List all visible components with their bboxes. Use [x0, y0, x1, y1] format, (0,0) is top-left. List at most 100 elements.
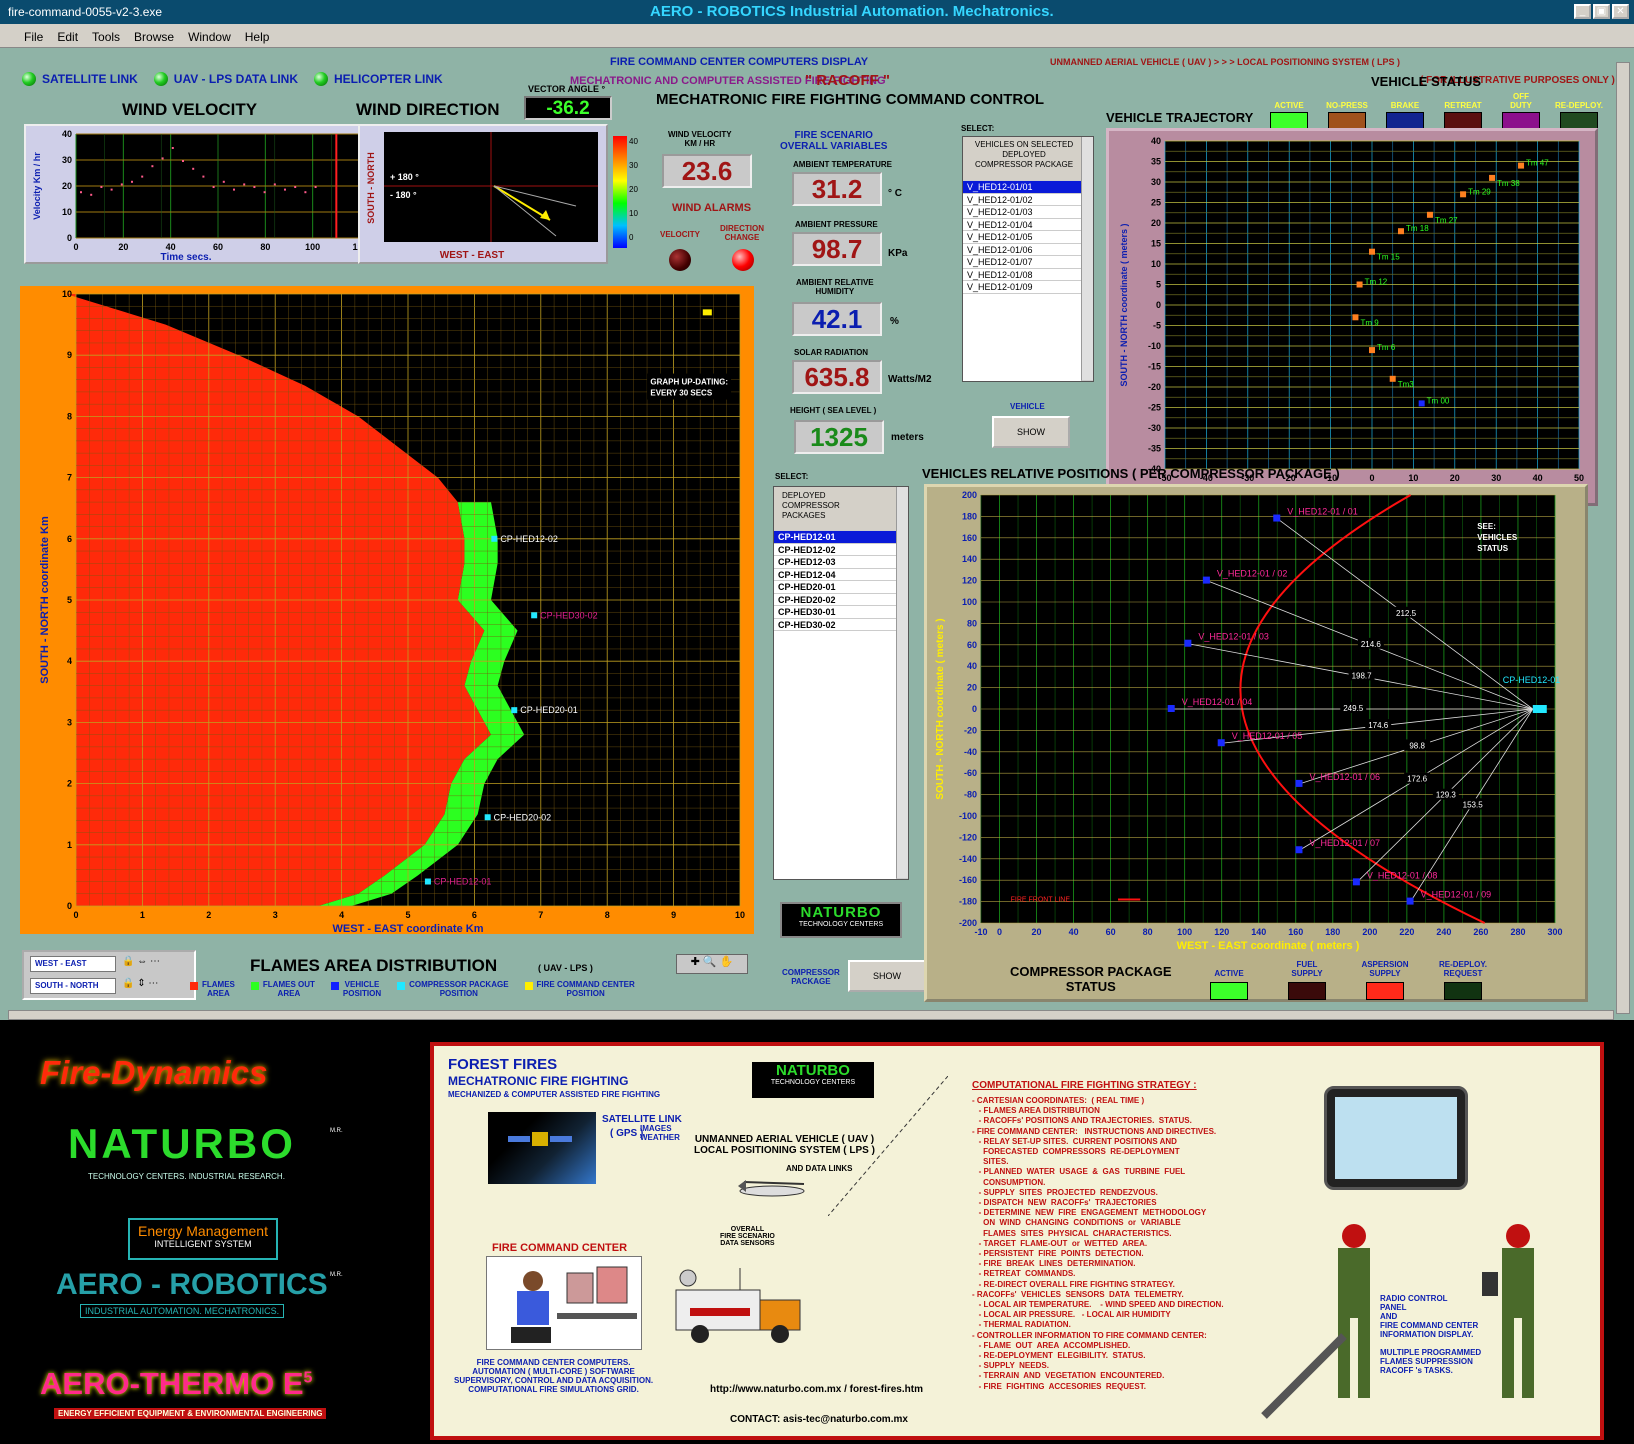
cp-list-item[interactable]: CP-HED30-02 — [774, 619, 896, 631]
cp-listbox[interactable]: DEPLOYED COMPRESSOR PACKAGES CP-HED12-01… — [773, 486, 909, 880]
energy-text: Energy Management — [138, 1223, 268, 1239]
y-tick: -180 — [959, 897, 977, 907]
link-lines — [827, 1075, 949, 1217]
y-tick: -120 — [959, 832, 977, 842]
vehicle-list-item[interactable]: V_HED12-01/08 — [963, 269, 1081, 281]
legend-swatch — [397, 982, 406, 990]
vehicles-list-scrollbar[interactable] — [1081, 137, 1093, 381]
trajectory-point — [1356, 281, 1363, 288]
temp-unit: ° C — [888, 188, 902, 199]
y-tick: 2 — [67, 779, 72, 789]
wind-readout: 23.6 — [662, 154, 752, 188]
vehicle-list-item[interactable]: V_HED12-01/05 — [963, 231, 1081, 244]
cp-list-item[interactable]: CP-HED20-02 — [774, 594, 896, 606]
velocity-point — [120, 183, 123, 186]
vehicle-list-item[interactable]: V_HED12-01/01 — [963, 181, 1081, 194]
cp-list-item[interactable]: CP-HED12-03 — [774, 556, 896, 569]
vehicle-status-indicator: RE-DEPLOY. — [1550, 88, 1608, 132]
y-tick: 5 — [67, 595, 72, 605]
strategy-line: - RACOFFs' POSITIONS AND TRAJECTORIES. S… — [972, 1116, 1192, 1126]
cp-list-scrollbar[interactable] — [896, 487, 908, 879]
vehicle-list-item[interactable]: V_HED12-01/04 — [963, 219, 1081, 231]
y-tick: 100 — [962, 597, 977, 607]
x-tick: 60 — [1106, 927, 1116, 937]
menu-file[interactable]: File — [24, 30, 43, 44]
link-label: SATELLITE LINK — [42, 72, 138, 86]
menu-window[interactable]: Window — [188, 30, 231, 44]
poster-subtitle: MECHATRONIC FIRE FIGHTING — [448, 1074, 629, 1088]
y-tick: 20 — [967, 683, 977, 693]
y-axis-title: SOUTH - NORTH coordinate ( meters ) — [935, 618, 946, 799]
cp-list-item[interactable]: CP-HED20-01 — [774, 581, 896, 594]
minimize-button[interactable]: _ — [1574, 4, 1591, 19]
link-led-icon — [314, 72, 328, 86]
height-readout: 1325 — [794, 420, 884, 454]
velocity-point — [141, 175, 144, 178]
poster-contact[interactable]: CONTACT: asis-tec@naturbo.com.mx — [730, 1414, 908, 1425]
trajectory-label: Tm 29 — [1468, 187, 1491, 196]
close-button[interactable]: ✕ — [1612, 4, 1629, 19]
y-tick: 30 — [1151, 177, 1161, 187]
x-tick: 8 — [605, 910, 610, 920]
velocity-point — [243, 183, 246, 186]
window-hscrollbar[interactable] — [8, 1010, 1614, 1020]
y-tick: 40 — [967, 661, 977, 671]
cp-show-button[interactable]: SHOW — [848, 960, 926, 992]
vehicle-marker — [1184, 639, 1192, 647]
solar-unit: Watts/M2 — [888, 374, 932, 385]
cp-list-item[interactable]: CP-HED12-02 — [774, 544, 896, 556]
poster-url[interactable]: http://www.naturbo.com.mx / forest-fires… — [710, 1384, 923, 1395]
energy-sub: INTELLIGENT SYSTEM — [154, 1239, 252, 1249]
lock-icon[interactable]: 🔒 ⇔ ⋯ — [122, 956, 160, 967]
menu-tools[interactable]: Tools — [92, 30, 120, 44]
vehicle-show-button[interactable]: SHOW — [992, 416, 1070, 448]
y-tick: 25 — [1151, 198, 1161, 208]
vehicle-label: V_HED12-01 / 01 — [1287, 507, 1358, 517]
strategy-line: - SUPPLY SITES PROJECTED RENDEZVOUS. — [972, 1187, 1158, 1197]
vehicle-list-item[interactable]: V_HED12-01/07 — [963, 256, 1081, 269]
y-tick: 160 — [962, 533, 977, 543]
trajectory-label: Tm3 — [1398, 380, 1415, 389]
chart-tools-icon[interactable]: ✚ 🔍 ✋ — [676, 954, 748, 974]
flames-legend-item: COMPRESSOR PACKAGE POSITION — [397, 980, 509, 998]
velocity-point — [233, 188, 235, 191]
window-scrollbar[interactable] — [1616, 62, 1630, 1014]
cp-list-item[interactable]: CP-HED30-01 — [774, 606, 896, 619]
axis-west-east[interactable]: WEST - EAST — [30, 956, 116, 972]
strategy-line: - FIRE COMMAND CENTER: INSTRUCTIONS AND … — [972, 1126, 1217, 1136]
menu-help[interactable]: Help — [245, 30, 270, 44]
trajectory-point — [1460, 191, 1467, 198]
lock-icon-2[interactable]: 🔒 ⇕ ⋯ — [122, 978, 158, 989]
y-tick: 8 — [67, 411, 72, 421]
menu-browse[interactable]: Browse — [134, 30, 174, 44]
link-label: HELICOPTER LINK — [334, 72, 443, 86]
update-label: GRAPH UP-DATING: — [650, 378, 728, 387]
legend-swatch — [250, 982, 259, 990]
cp-select-label: SELECT: — [775, 472, 809, 481]
y-tick: 140 — [962, 554, 977, 564]
strategy-line: - TERRAIN AND VEGETATION ENCOUNTERED. — [972, 1371, 1165, 1381]
vector-angle-label: VECTOR ANGLE ° — [528, 84, 606, 94]
vehicle-marker — [1406, 897, 1414, 905]
compressor-label: CP-HED30-02 — [540, 610, 598, 620]
vehicle-list-item[interactable]: V_HED12-01/06 — [963, 244, 1081, 256]
axis-south-north[interactable]: SOUTH - NORTH — [30, 978, 116, 994]
scale-tick: 20 — [629, 185, 638, 194]
y-tick: 10 — [62, 289, 72, 299]
menu-edit[interactable]: Edit — [57, 30, 78, 44]
flames-legend-item: FLAMES OUT AREA — [250, 980, 315, 998]
cp-list-item[interactable]: CP-HED12-04 — [774, 569, 896, 581]
vehicle-list-item[interactable]: V_HED12-01/03 — [963, 206, 1081, 219]
velocity-point — [263, 191, 266, 194]
alarm-direction-led — [732, 249, 754, 271]
vehicles-listbox[interactable]: VEHICLES ON SELECTED DEPLOYED COMPRESSOR… — [962, 136, 1094, 382]
y-tick: 0 — [1156, 300, 1161, 310]
maximize-button[interactable]: ▣ — [1593, 4, 1610, 19]
y-tick: 9 — [67, 350, 72, 360]
cp-list-item[interactable]: CP-HED12-01 — [774, 531, 896, 544]
vehicle-marker — [1273, 514, 1281, 522]
vehicles-list-header: VEHICLES ON SELECTED DEPLOYED COMPRESSOR… — [963, 137, 1081, 181]
vehicle-list-item[interactable]: V_HED12-01/02 — [963, 194, 1081, 206]
status-label: ACTIVE — [1214, 969, 1244, 978]
vehicle-list-item[interactable]: V_HED12-01/09 — [963, 281, 1081, 294]
